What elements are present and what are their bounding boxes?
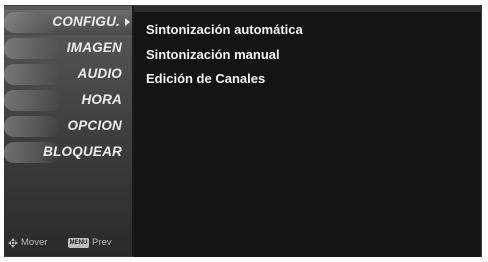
sidebar-item-configu[interactable]: CONFIGU. bbox=[4, 10, 132, 35]
sidebar-item-imagen[interactable]: IMAGEN bbox=[4, 36, 132, 61]
speaker-icon bbox=[4, 64, 60, 85]
sidebar-item-label: HORA bbox=[81, 92, 122, 107]
sidebar-menu: CONFIGU. IMAGEN AUDIO HORA OPCION BLOQUE… bbox=[4, 6, 132, 256]
picture-icon bbox=[4, 38, 60, 59]
clock-icon bbox=[4, 90, 60, 111]
sidebar-item-opcion[interactable]: OPCION bbox=[4, 114, 132, 139]
move-hint-label: Mover bbox=[21, 237, 48, 248]
submenu-item-channel-edit[interactable]: Edición de Canales bbox=[146, 71, 265, 86]
sidebar-item-hora[interactable]: HORA bbox=[4, 88, 132, 113]
menu-key-icon: MENU bbox=[68, 238, 89, 248]
sidebar-item-label: IMAGEN bbox=[66, 40, 122, 55]
option-icon bbox=[4, 116, 60, 137]
move-icon bbox=[8, 238, 18, 248]
sidebar-item-bloquear[interactable]: BLOQUEAR bbox=[4, 140, 132, 165]
sidebar-footer: Mover MENU Prev bbox=[8, 235, 130, 251]
sidebar-item-label: OPCION bbox=[67, 118, 122, 133]
sidebar-item-audio[interactable]: AUDIO bbox=[4, 62, 132, 87]
submenu-item-auto-tuning[interactable]: Sintonización automática bbox=[146, 22, 303, 37]
sidebar-item-label: CONFIGU. bbox=[52, 14, 120, 29]
chevron-right-icon bbox=[125, 18, 130, 26]
sidebar-item-label: AUDIO bbox=[77, 66, 122, 81]
submenu-item-manual-tuning[interactable]: Sintonización manual bbox=[146, 47, 280, 62]
sidebar-item-label: BLOQUEAR bbox=[43, 144, 122, 159]
submenu-panel: Sintonización automática Sintonización m… bbox=[134, 12, 480, 257]
prev-hint-label: Prev bbox=[92, 237, 112, 248]
